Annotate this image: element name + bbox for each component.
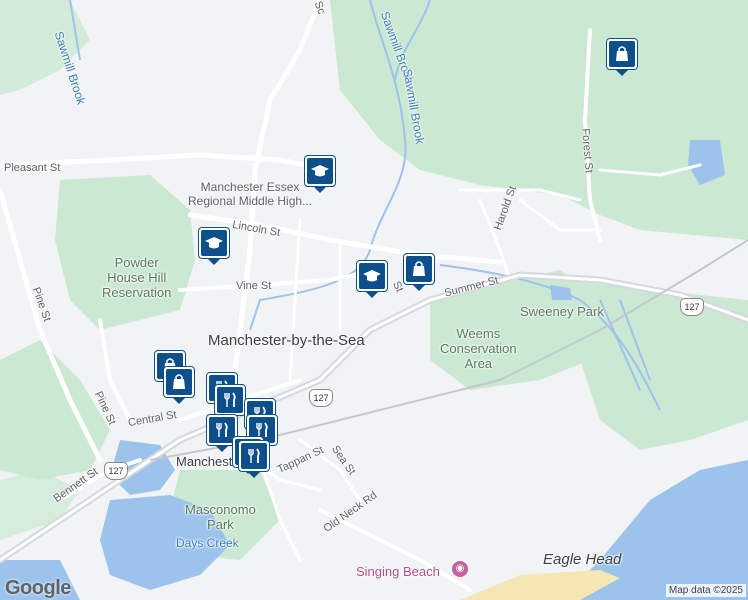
masconomo-line2: Park — [207, 517, 234, 532]
fork-knife-icon — [216, 422, 228, 437]
masconomo-line1: Masconomo — [185, 502, 256, 517]
google-logo: Google — [5, 577, 71, 599]
sweeney-park-label: Sweeney Park — [520, 304, 604, 319]
graduation-cap-icon — [363, 270, 381, 282]
weems-line3: Area — [464, 356, 493, 371]
shopping-bag-icon — [173, 374, 185, 389]
masconomo-label: Masconomo Park — [185, 502, 256, 532]
weems-line1: Weems — [456, 326, 501, 341]
reservation-label: Powder House Hill Reservation — [102, 255, 171, 300]
camera-icon[interactable]: ◉ — [452, 561, 468, 577]
shopping-marker[interactable] — [403, 253, 437, 291]
school-marker[interactable] — [356, 260, 390, 298]
route-127-shield-1: 127 — [309, 389, 333, 407]
reservation-line1: Powder — [114, 255, 159, 270]
reservation-line2: House Hill — [107, 270, 167, 285]
map-attribution[interactable]: Map data ©2025 — [665, 584, 746, 597]
weems-label: Weems Conservation Area — [440, 326, 517, 371]
graduation-cap-icon — [311, 165, 329, 177]
shopping-marker[interactable] — [163, 366, 197, 404]
restaurant-marker[interactable] — [238, 440, 272, 478]
pleasant-st-label: Pleasant St — [4, 162, 61, 174]
school-label-line1: Manchester Essex — [200, 180, 300, 194]
shopping-marker[interactable] — [606, 38, 640, 76]
fork-knife-icon — [248, 448, 260, 463]
graduation-cap-icon — [205, 237, 223, 249]
route-127-shield-2: 127 — [104, 462, 128, 480]
shopping-bag-icon — [616, 46, 628, 61]
route-127-shield-3: 127 — [680, 298, 704, 316]
days-creek-label: Days Creek — [176, 536, 239, 550]
town-label: Manchester-by-the-Sea — [208, 332, 365, 349]
school-label: Manchester Essex Regional Middle High... — [188, 180, 312, 208]
shopping-bag-icon — [413, 261, 425, 276]
school-marker[interactable] — [198, 227, 232, 265]
vine-st-label: Vine St — [236, 280, 272, 292]
singing-beach-label: Singing Beach — [356, 564, 440, 579]
school-label-line2: Regional Middle High... — [188, 194, 313, 208]
eagle-head-label: Eagle Head — [543, 551, 622, 568]
weems-line2: Conservation — [440, 341, 517, 356]
school-marker[interactable] — [304, 155, 338, 193]
reservation-line3: Reservation — [102, 285, 172, 300]
fork-knife-icon — [224, 392, 236, 407]
map-canvas[interactable] — [0, 0, 748, 600]
